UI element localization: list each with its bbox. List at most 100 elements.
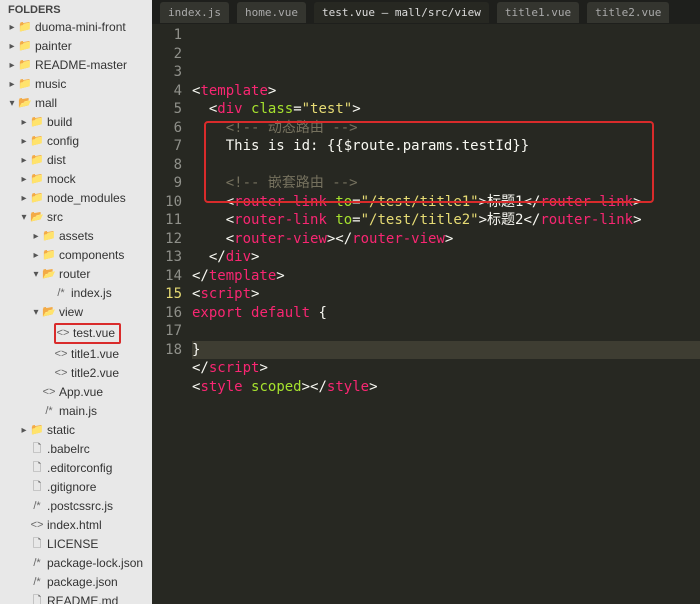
code-line[interactable] — [192, 322, 700, 341]
tree-item-title2-vue[interactable]: <>title2.vue — [2, 364, 152, 383]
js-icon: /* — [30, 574, 44, 591]
code-line[interactable]: <style scoped></style> — [192, 378, 700, 397]
chevron-right-icon[interactable]: ▸ — [18, 114, 30, 131]
tree-item-view[interactable]: ▾📂view — [2, 303, 152, 322]
code-line[interactable]: <script> — [192, 285, 700, 304]
code-line[interactable]: <!-- 嵌套路由 --> — [192, 174, 700, 193]
tree-item-title1-vue[interactable]: <>title1.vue — [2, 345, 152, 364]
tree-item-label: components — [59, 247, 124, 264]
tree-item-painter[interactable]: ▸📁painter — [2, 37, 152, 56]
tree-item-node-modules[interactable]: ▸📁node_modules — [2, 189, 152, 208]
chevron-right-icon[interactable]: ▸ — [18, 133, 30, 150]
code-line[interactable]: <!-- 动态路由 --> — [192, 119, 700, 138]
chevron-right-icon[interactable]: ▸ — [6, 19, 18, 36]
code-line[interactable] — [192, 396, 700, 415]
tree-item-static[interactable]: ▸📁static — [2, 421, 152, 440]
tab[interactable]: title2.vue — [587, 2, 669, 23]
chevron-down-icon[interactable]: ▾ — [30, 304, 42, 321]
code-line[interactable]: </script> — [192, 359, 700, 378]
tree-item-main-js[interactable]: /*main.js — [2, 402, 152, 421]
tree-item-package-json[interactable]: /*package.json — [2, 573, 152, 592]
tree-item-index-html[interactable]: <>index.html — [2, 516, 152, 535]
chevron-right-icon[interactable]: ▸ — [30, 247, 42, 264]
chevron-right-icon[interactable]: ▸ — [30, 228, 42, 245]
code-line[interactable]: <router-link to="/test/title1">标题1</rout… — [192, 193, 700, 212]
chevron-down-icon[interactable]: ▾ — [30, 266, 42, 283]
tree-item-mall[interactable]: ▾📂mall — [2, 94, 152, 113]
line-number: 16 — [152, 304, 182, 323]
tree-item-dist[interactable]: ▸📁dist — [2, 151, 152, 170]
code-line[interactable] — [192, 156, 700, 175]
tree-item-label: title1.vue — [71, 346, 119, 363]
tree-item-components[interactable]: ▸📁components — [2, 246, 152, 265]
chevron-right-icon[interactable]: ▸ — [18, 422, 30, 439]
tree-item--postcssrc-js[interactable]: /*.postcssrc.js — [2, 497, 152, 516]
tree-item--gitignore[interactable]: 🗋.gitignore — [2, 478, 152, 497]
tree-item-index-js[interactable]: /*index.js — [2, 284, 152, 303]
tree-item-music[interactable]: ▸📁music — [2, 75, 152, 94]
tab[interactable]: test.vue — mall/src/view — [314, 2, 489, 23]
tree-item-label: dist — [47, 152, 66, 169]
js-icon: /* — [30, 498, 44, 515]
tab[interactable]: home.vue — [237, 2, 306, 23]
code-line[interactable]: </div> — [192, 248, 700, 267]
tree-item-router[interactable]: ▾📂router — [2, 265, 152, 284]
chevron-right-icon[interactable]: ▸ — [18, 190, 30, 207]
chevron-right-icon[interactable]: ▸ — [6, 76, 18, 93]
tab[interactable]: title1.vue — [497, 2, 579, 23]
chevron-right-icon[interactable]: ▸ — [6, 57, 18, 74]
tree-item-label: package.json — [47, 574, 118, 591]
file-icon: 🗋 — [30, 460, 44, 477]
tree-item-label: config — [47, 133, 79, 150]
tree-item-label: painter — [35, 38, 72, 55]
code-line[interactable]: <template> — [192, 82, 700, 101]
code-area[interactable]: 123456789101112131415161718 <template> <… — [152, 24, 700, 604]
code-line[interactable]: } — [192, 341, 700, 360]
file-icon: 🗋 — [30, 479, 44, 496]
chevron-down-icon[interactable]: ▾ — [6, 95, 18, 112]
tree-item-App-vue[interactable]: <>App.vue — [2, 383, 152, 402]
code-line[interactable]: This is id: {{$route.params.testId}} — [192, 137, 700, 156]
code-icon: <> — [54, 365, 68, 382]
file-icon: 🗋 — [30, 536, 44, 553]
code-icon: <> — [42, 384, 56, 401]
folder-icon: 📁 — [42, 228, 56, 245]
chevron-right-icon[interactable]: ▸ — [6, 38, 18, 55]
tree-item-label: src — [47, 209, 63, 226]
js-icon: /* — [54, 285, 68, 302]
code-line[interactable]: <router-view></router-view> — [192, 230, 700, 249]
tree-item-label: .gitignore — [47, 479, 96, 496]
folder-icon: 📁 — [18, 76, 32, 93]
code-line[interactable]: </template> — [192, 267, 700, 286]
tree-item-duoma-mini-front[interactable]: ▸📁duoma-mini-front — [2, 18, 152, 37]
tree-item-assets[interactable]: ▸📁assets — [2, 227, 152, 246]
chevron-down-icon[interactable]: ▾ — [18, 209, 30, 226]
code-line[interactable]: <router-link to="/test/title2">标题2</rout… — [192, 211, 700, 230]
file-icon: 🗋 — [30, 441, 44, 458]
sidebar-title: FOLDERS — [0, 0, 152, 18]
tree-item-LICENSE[interactable]: 🗋LICENSE — [2, 535, 152, 554]
tree-item-test-vue[interactable]: <>test.vue — [2, 322, 152, 345]
line-number: 13 — [152, 248, 182, 267]
tab[interactable]: index.js — [160, 2, 229, 23]
folder-icon: 📁 — [30, 133, 44, 150]
folder-icon: 📁 — [30, 171, 44, 188]
tree-item--babelrc[interactable]: 🗋.babelrc — [2, 440, 152, 459]
tree-item-mock[interactable]: ▸📁mock — [2, 170, 152, 189]
tree-item-label: assets — [59, 228, 94, 245]
chevron-right-icon[interactable]: ▸ — [18, 171, 30, 188]
chevron-right-icon[interactable]: ▸ — [18, 152, 30, 169]
folder-icon: 📁 — [30, 152, 44, 169]
code-icon: <> — [56, 325, 70, 342]
tree-item-config[interactable]: ▸📁config — [2, 132, 152, 151]
code-content[interactable]: <template> <div class="test"> <!-- 动态路由 … — [192, 26, 700, 604]
tree-item-README-md[interactable]: 🗋README.md — [2, 592, 152, 604]
tree-item-README-master[interactable]: ▸📁README-master — [2, 56, 152, 75]
tree-item-label: mall — [35, 95, 57, 112]
code-line[interactable]: export default { — [192, 304, 700, 323]
tree-item-build[interactable]: ▸📁build — [2, 113, 152, 132]
tree-item-package-lock-json[interactable]: /*package-lock.json — [2, 554, 152, 573]
tree-item-src[interactable]: ▾📂src — [2, 208, 152, 227]
code-line[interactable]: <div class="test"> — [192, 100, 700, 119]
tree-item--editorconfig[interactable]: 🗋.editorconfig — [2, 459, 152, 478]
